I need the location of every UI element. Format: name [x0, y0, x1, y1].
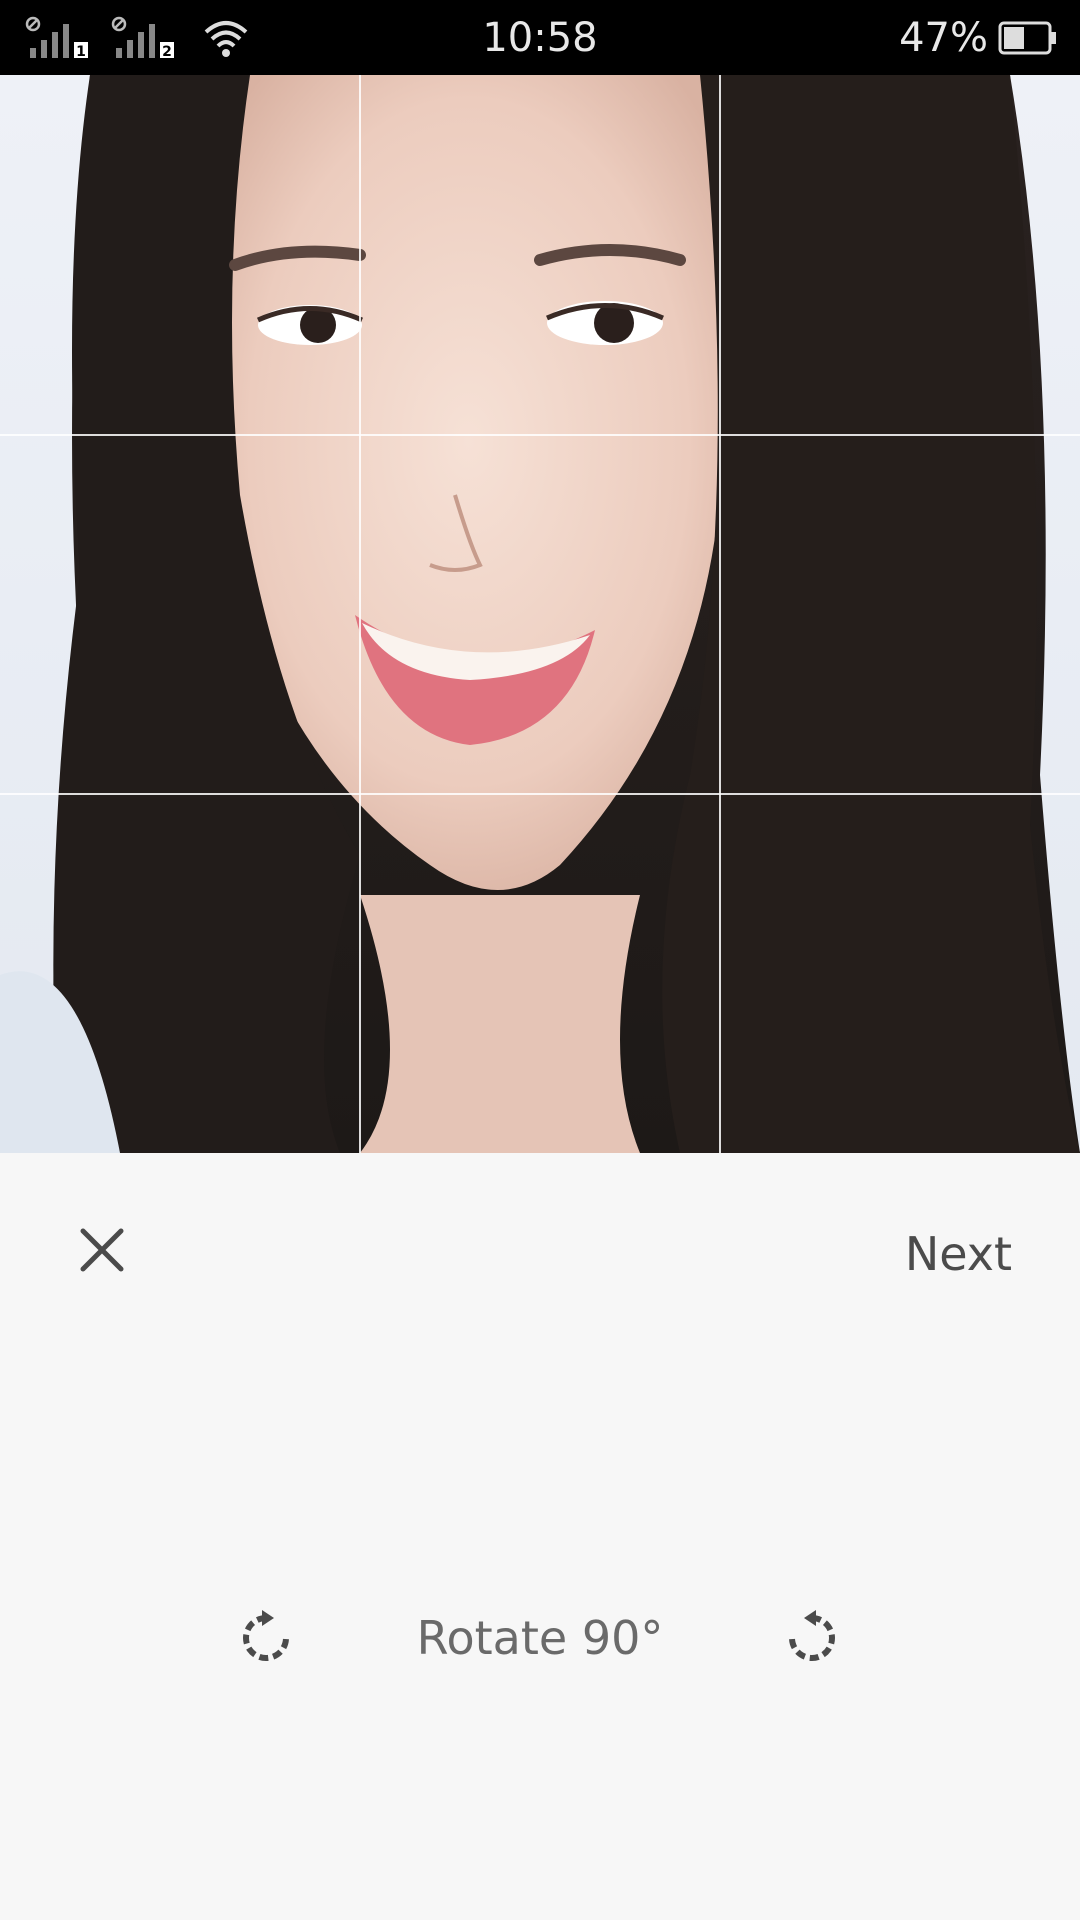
status-right: 47% — [899, 14, 1058, 62]
grid-line-h1 — [0, 434, 1080, 436]
close-button[interactable] — [70, 1218, 134, 1282]
portrait-photo — [0, 75, 1080, 1153]
grid-line-v2 — [719, 75, 721, 1153]
close-icon — [80, 1228, 124, 1272]
battery-percent: 47% — [899, 15, 988, 61]
rotate-label[interactable]: Rotate 90° — [0, 1608, 1080, 1668]
rotate-row: Rotate 90° — [0, 1600, 1080, 1680]
grid-line-h2 — [0, 793, 1080, 795]
photo-crop-area[interactable] — [0, 75, 1080, 1153]
next-button[interactable]: Next — [905, 1226, 1012, 1282]
battery-icon — [998, 21, 1056, 55]
rotate-counterclockwise-icon[interactable] — [782, 1608, 842, 1668]
grid-line-v1 — [359, 75, 361, 1153]
status-bar: 1 2 10:58 47% — [0, 0, 1080, 75]
